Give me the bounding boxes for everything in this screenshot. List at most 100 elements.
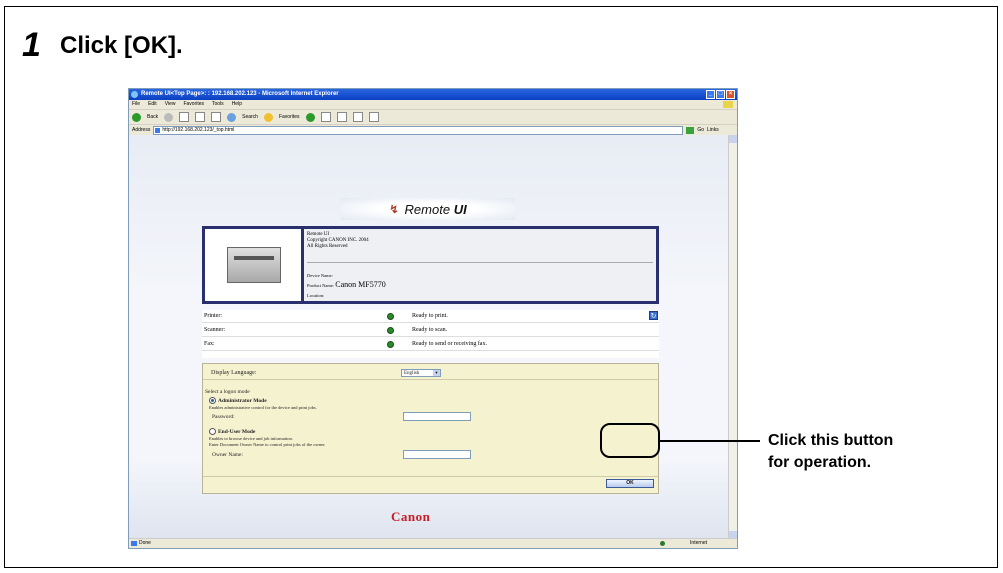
toolbar: Back Search Favorites (129, 110, 737, 125)
remote-ui-title: Remote UI (405, 202, 467, 217)
search-button-label[interactable]: Search (242, 114, 258, 120)
menu-file[interactable]: File (132, 100, 140, 109)
admin-mode-option[interactable]: Administrator Mode (209, 397, 267, 404)
remote-ui-logo-icon: ↯ (389, 203, 399, 216)
forward-icon[interactable] (164, 112, 174, 122)
history-icon[interactable] (305, 112, 315, 122)
print-icon[interactable] (336, 112, 347, 122)
product-name-row: Product Name: Canon MF5770 (307, 280, 386, 289)
callout-line1: Click this button (768, 432, 894, 449)
canon-logo: Canon (391, 509, 431, 524)
zone-text: Internet (690, 540, 707, 546)
edit-icon[interactable] (352, 112, 363, 122)
device-name-label: Device Name: (307, 273, 333, 278)
status-value: Ready to send or receiving fax. (412, 341, 487, 347)
enduser-mode-label: End-User Mode (218, 428, 256, 435)
owner-name-input[interactable] (403, 450, 471, 459)
language-select[interactable]: English ▼ (401, 369, 441, 377)
status-ok-icon (387, 340, 394, 348)
address-label: Address (132, 127, 151, 133)
menu-tools[interactable]: Tools (212, 100, 224, 109)
menu-view[interactable]: View (165, 100, 176, 109)
language-value: English (404, 371, 420, 376)
enduser-mode-option[interactable]: End-User Mode (209, 428, 255, 435)
location-label: Location: (307, 293, 325, 298)
menu-favorites[interactable]: Favorites (183, 100, 204, 109)
product-name-value: Canon MF5770 (335, 280, 386, 289)
status-table: Printer: Ready to print. ↻ Scanner: Read… (202, 310, 659, 358)
device-info-box: Remote UI Copyright CANON INC. 2004 All … (202, 226, 659, 304)
favorites-icon[interactable] (263, 112, 273, 122)
address-input[interactable]: http://192.168.202.123/_top.html (153, 125, 684, 135)
favorites-button-label[interactable]: Favorites (279, 114, 300, 120)
menu-edit[interactable]: Edit (148, 100, 157, 109)
browser-window: Remote UI<Top Page>: : 192.168.202.123 -… (128, 88, 738, 549)
language-row: Display Language: English ▼ (203, 368, 658, 380)
enduser-desc1: Enables to browse device and job informa… (209, 436, 293, 441)
step-instruction: Click [OK]. (60, 32, 183, 59)
refresh-icon[interactable]: ↻ (649, 311, 658, 320)
admin-mode-radio[interactable] (209, 397, 216, 404)
printer-image (227, 247, 281, 283)
title-bar: Remote UI<Top Page>: : 192.168.202.123 -… (129, 89, 737, 100)
step-number: 1 (22, 26, 41, 64)
banner-bold: UI (453, 201, 467, 217)
mail-icon[interactable] (320, 112, 331, 122)
ok-button[interactable]: OK (606, 479, 654, 488)
links-label[interactable]: Links (707, 127, 719, 133)
status-row-fax: Fax: Ready to send or receiving fax. (202, 338, 659, 351)
minimize-button[interactable]: _ (706, 90, 715, 99)
admin-mode-desc: Enables administrative control for the d… (209, 405, 317, 410)
ok-callout-highlight (600, 423, 660, 458)
device-info: Remote UI Copyright CANON INC. 2004 All … (304, 229, 656, 301)
maximize-button[interactable]: □ (716, 90, 725, 99)
status-value: Ready to scan. (412, 327, 448, 333)
done-icon (131, 541, 137, 546)
page-viewport: ↯ Remote UI Remote UI Copyright CANON IN… (129, 135, 729, 539)
status-row-scanner: Scanner: Ready to scan. (202, 324, 659, 337)
close-button[interactable]: × (726, 90, 735, 99)
password-label: Password: (212, 414, 235, 420)
select-mode-label: Select a logon mode (205, 389, 250, 395)
device-separator (307, 262, 653, 263)
device-image (205, 229, 304, 301)
messenger-icon[interactable] (368, 112, 379, 122)
ie-icon (131, 91, 138, 98)
status-bar: Done Internet (129, 538, 737, 548)
status-label: Printer: (204, 313, 222, 319)
enduser-mode-radio[interactable] (209, 428, 216, 435)
stop-icon[interactable] (179, 112, 190, 122)
status-label: Fax: (204, 341, 215, 347)
enduser-desc2: Enter Document Owner Name to control pri… (209, 442, 326, 447)
status-text: Done (139, 540, 151, 546)
menu-help[interactable]: Help (232, 100, 242, 109)
status-ok-icon (387, 312, 394, 320)
status-value: Ready to print. (412, 313, 448, 319)
search-icon[interactable] (227, 112, 237, 122)
product-name-label: Product Name: (307, 283, 335, 288)
home-icon[interactable] (211, 112, 222, 122)
go-button-label[interactable]: Go (697, 127, 704, 133)
owner-name-label: Owner Name: (212, 452, 244, 458)
address-url: http://192.168.202.123/_top.html (162, 126, 235, 133)
window-controls: _ □ × (706, 90, 735, 99)
window-title: Remote UI<Top Page>: : 192.168.202.123 -… (141, 91, 339, 97)
status-label: Scanner: (204, 327, 225, 333)
back-button-label[interactable]: Back (147, 114, 158, 120)
status-row-printer: Printer: Ready to print. ↻ (202, 310, 659, 323)
status-ok-icon (387, 326, 394, 334)
windows-logo-icon (723, 101, 733, 108)
go-icon[interactable] (686, 126, 695, 134)
callout-text: Click this button for operation. (768, 430, 893, 474)
back-icon[interactable] (132, 112, 141, 122)
callout-leader-line (660, 440, 760, 442)
password-input[interactable] (403, 412, 471, 421)
page-icon (155, 127, 161, 133)
scroll-up-icon[interactable] (729, 135, 737, 143)
internet-zone-icon (660, 541, 665, 546)
refresh-icon[interactable] (195, 112, 206, 122)
vertical-scrollbar[interactable] (728, 135, 737, 539)
banner-prefix: Remote (404, 201, 451, 217)
menu-bar: File Edit View Favorites Tools Help (129, 100, 737, 110)
callout-line2: for operation. (768, 454, 872, 471)
